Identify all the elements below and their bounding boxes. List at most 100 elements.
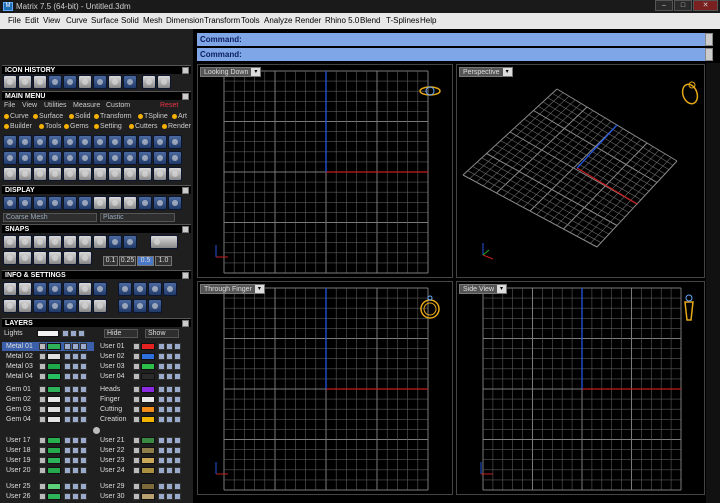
layer-color-swatch[interactable] — [141, 386, 155, 393]
yellow-material-icon[interactable] — [138, 196, 152, 210]
layer-lock-icon[interactable] — [158, 467, 165, 474]
layer-lock-icon[interactable] — [158, 416, 165, 423]
layer-lock-icon[interactable] — [64, 406, 71, 413]
tab-tspline[interactable]: TSpline — [138, 112, 168, 121]
layer-current-icon[interactable] — [80, 363, 87, 370]
layer-current-icon[interactable] — [80, 457, 87, 464]
select-all-icon[interactable] — [3, 299, 17, 313]
mesh-quality-select[interactable]: Coarse Mesh — [3, 213, 97, 222]
snap-value-0-25[interactable]: 0.25 — [119, 256, 136, 266]
tab-tools[interactable]: Tools — [39, 122, 61, 131]
layer-color-swatch[interactable] — [47, 343, 61, 350]
near-snap-icon[interactable] — [18, 235, 32, 249]
layer-lock-icon[interactable] — [64, 493, 71, 500]
layer-arrow-icon[interactable] — [133, 493, 140, 500]
loft-tool-icon[interactable] — [48, 151, 62, 165]
layer-current-icon[interactable] — [174, 396, 181, 403]
cap-tool-icon[interactable] — [108, 151, 122, 165]
wireframe-icon[interactable] — [3, 196, 17, 210]
document-tool-icon[interactable] — [123, 75, 137, 89]
units-icon[interactable] — [63, 282, 77, 296]
menu-rhino[interactable]: Rhino 5.0 — [325, 13, 359, 29]
center-snap-icon[interactable] — [63, 235, 77, 249]
layer-visible-icon[interactable] — [72, 483, 79, 490]
layer-arrow-icon[interactable] — [39, 457, 46, 464]
main-menu-custom[interactable]: Custom — [106, 101, 130, 110]
layer-current-icon[interactable] — [80, 343, 87, 350]
menu-surface[interactable]: Surface — [91, 13, 119, 29]
tan-snap-icon[interactable] — [108, 235, 122, 249]
gem-tool-icon[interactable] — [63, 75, 77, 89]
layer-visible-icon[interactable] — [72, 437, 79, 444]
viewport-side-view[interactable]: Side View ▾ — [456, 281, 705, 495]
layer-current-icon[interactable] — [174, 467, 181, 474]
layer-lock-icon[interactable] — [158, 343, 165, 350]
layer-color-swatch[interactable] — [47, 447, 61, 454]
viewport-title[interactable]: Looking Down ▾ — [200, 67, 262, 77]
layer-visible-icon[interactable] — [72, 447, 79, 454]
move-tool-icon[interactable] — [3, 167, 17, 181]
layer-color-swatch[interactable] — [47, 353, 61, 360]
layer-color-swatch[interactable] — [47, 406, 61, 413]
layer-color-swatch[interactable] — [141, 437, 155, 444]
revolve-tool-icon[interactable] — [18, 151, 32, 165]
tab-solid[interactable]: Solid — [69, 112, 91, 121]
layer-visible-icon[interactable] — [166, 483, 173, 490]
layer-visible-icon[interactable] — [72, 373, 79, 380]
polyline-tool-icon[interactable] — [18, 135, 32, 149]
weight-icon[interactable] — [118, 282, 132, 296]
layer-arrow-icon[interactable] — [133, 467, 140, 474]
layer-current-icon[interactable] — [80, 467, 87, 474]
layer-visible-icon[interactable] — [166, 437, 173, 444]
snap-value-1-0[interactable]: 1.0 — [155, 256, 172, 266]
layer-current-icon[interactable] — [80, 406, 87, 413]
array-tool-icon[interactable] — [78, 167, 92, 181]
layer-current-icon[interactable] — [80, 373, 87, 380]
layers-header[interactable]: LAYERS — [2, 318, 191, 327]
tab-curve[interactable]: Curve — [4, 112, 29, 121]
layer-lock-icon[interactable] — [64, 416, 71, 423]
quad-snap-icon[interactable] — [123, 235, 137, 249]
rose-material-icon[interactable] — [153, 196, 167, 210]
layer-visible-icon[interactable] — [72, 386, 79, 393]
back-arrow-icon[interactable] — [142, 75, 156, 89]
rectangle-tool-icon[interactable] — [33, 135, 47, 149]
layer-current-icon[interactable] — [80, 483, 87, 490]
layer-row[interactable]: User 19 — [2, 456, 94, 465]
menu-solid[interactable]: Solid — [121, 13, 139, 29]
scale-info-icon[interactable] — [118, 299, 132, 313]
material-select[interactable]: Plastic — [100, 213, 175, 222]
viewport-title[interactable]: Perspective ▾ — [459, 67, 513, 77]
layer-row[interactable]: Cutting — [96, 405, 188, 414]
layer-expand-icon[interactable] — [93, 427, 100, 434]
line-tool-icon[interactable] — [3, 135, 17, 149]
layer-row[interactable]: User 23 — [96, 456, 188, 465]
layer-visible-icon[interactable] — [166, 447, 173, 454]
layer-lock-icon[interactable] — [158, 493, 165, 500]
layer-lock-icon[interactable] — [158, 406, 165, 413]
icon-history-header[interactable]: ICON HISTORY — [2, 65, 191, 74]
layer-arrow-icon[interactable] — [39, 386, 46, 393]
properties-icon[interactable] — [3, 282, 17, 296]
ghosted-icon[interactable] — [48, 196, 62, 210]
notes-icon[interactable] — [78, 282, 92, 296]
layer-row[interactable]: User 04 — [96, 372, 188, 381]
layer-color-swatch[interactable] — [47, 467, 61, 474]
display-header[interactable]: DISPLAY — [2, 185, 191, 194]
layer-current-icon[interactable] — [174, 447, 181, 454]
gold-material-icon[interactable] — [78, 196, 92, 210]
layer-row[interactable]: User 20 — [2, 466, 94, 475]
layer-arrow-icon[interactable] — [133, 406, 140, 413]
tab-art[interactable]: Art — [172, 112, 187, 121]
collapse-icon[interactable] — [182, 226, 189, 233]
layer-visible-icon[interactable] — [72, 493, 79, 500]
layer-lock-icon[interactable] — [64, 353, 71, 360]
lights-lock-icon[interactable] — [62, 330, 69, 337]
layer-row[interactable]: Heads — [96, 385, 188, 394]
layer-color-swatch[interactable] — [141, 353, 155, 360]
layer-lock-icon[interactable] — [64, 457, 71, 464]
layer-color-swatch[interactable] — [47, 493, 61, 500]
taper-tool-icon[interactable] — [153, 167, 167, 181]
layer-current-icon[interactable] — [80, 386, 87, 393]
spiral-tool-icon[interactable] — [33, 75, 47, 89]
